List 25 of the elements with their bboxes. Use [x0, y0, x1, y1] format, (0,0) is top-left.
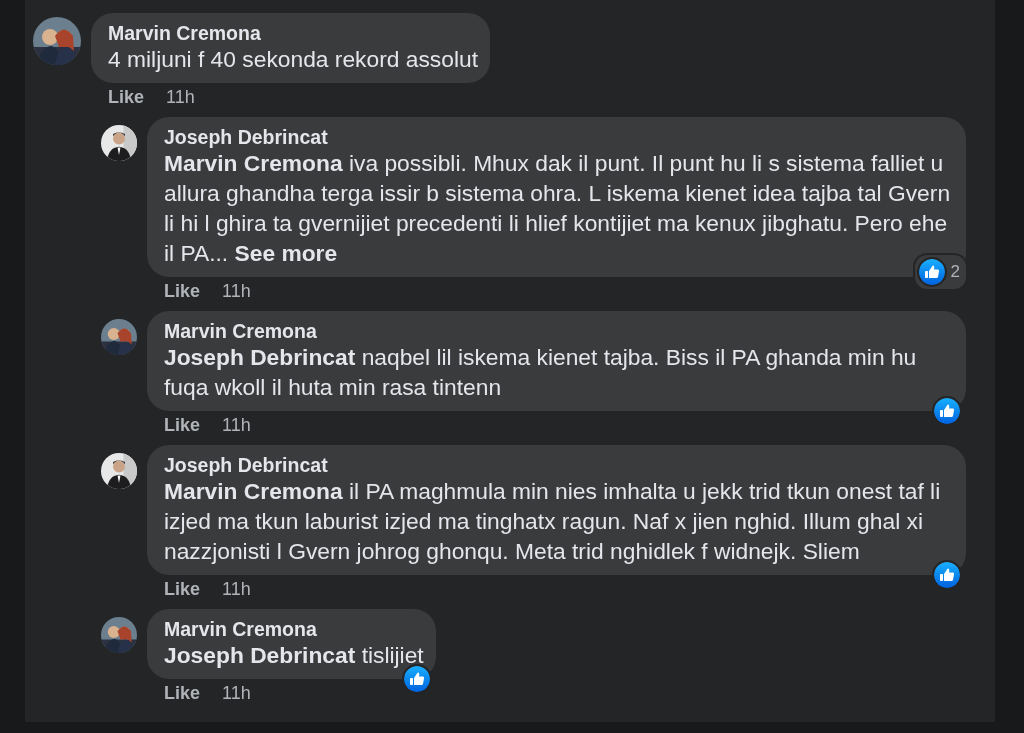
like-link[interactable]: Like — [164, 280, 201, 303]
comment-text: Joseph Debrincat tislijiet — [164, 641, 424, 670]
reaction-count[interactable]: 2 — [912, 253, 968, 291]
like-reaction-icon — [932, 560, 962, 590]
comment-text: 4 miljuni f 40 sekonda rekord assolut — [108, 45, 478, 74]
reaction-count-text: 2 — [950, 262, 960, 282]
like-link[interactable]: Like — [164, 682, 201, 705]
comment-text: Marvin Cremona il PA maghmula min nies imhalta u jekk trid tkun onest taf li izjed ma tkun laburist izjed ma tinghatx ragun. Naf x jien nghid. Illum ghal xi nazzjonisti l Gvern johrog ghonqu. Meta trid nghidlek f widnejk. Sliem — [164, 477, 942, 566]
like-reaction-icon — [916, 257, 947, 287]
timestamp: 11h — [222, 414, 251, 437]
author-name[interactable]: Marvin Cremona — [164, 320, 317, 342]
like-reaction-icon — [932, 396, 962, 426]
timestamp: 11h — [166, 86, 195, 109]
comment-text: Joseph Debrincat naqbel lil iskema kienet tajba. Biss il PA ghanda min hu fuqa wkoll il huta min rasa tintenn — [164, 343, 918, 402]
author-name[interactable]: Joseph Debrincat — [164, 126, 328, 148]
author-name[interactable]: Marvin Cremona — [164, 618, 317, 640]
like-link[interactable]: Like — [164, 578, 201, 601]
see-more-link[interactable]: See more — [234, 240, 338, 266]
like-link[interactable]: Like — [164, 414, 201, 437]
author-name[interactable]: Joseph Debrincat — [164, 454, 328, 476]
author-name[interactable]: Marvin Cremona — [108, 22, 261, 44]
timestamp: 11h — [222, 682, 251, 705]
like-link[interactable]: Like — [108, 86, 145, 109]
timestamp: 11h — [222, 280, 251, 303]
timestamp: 11h — [222, 578, 251, 601]
